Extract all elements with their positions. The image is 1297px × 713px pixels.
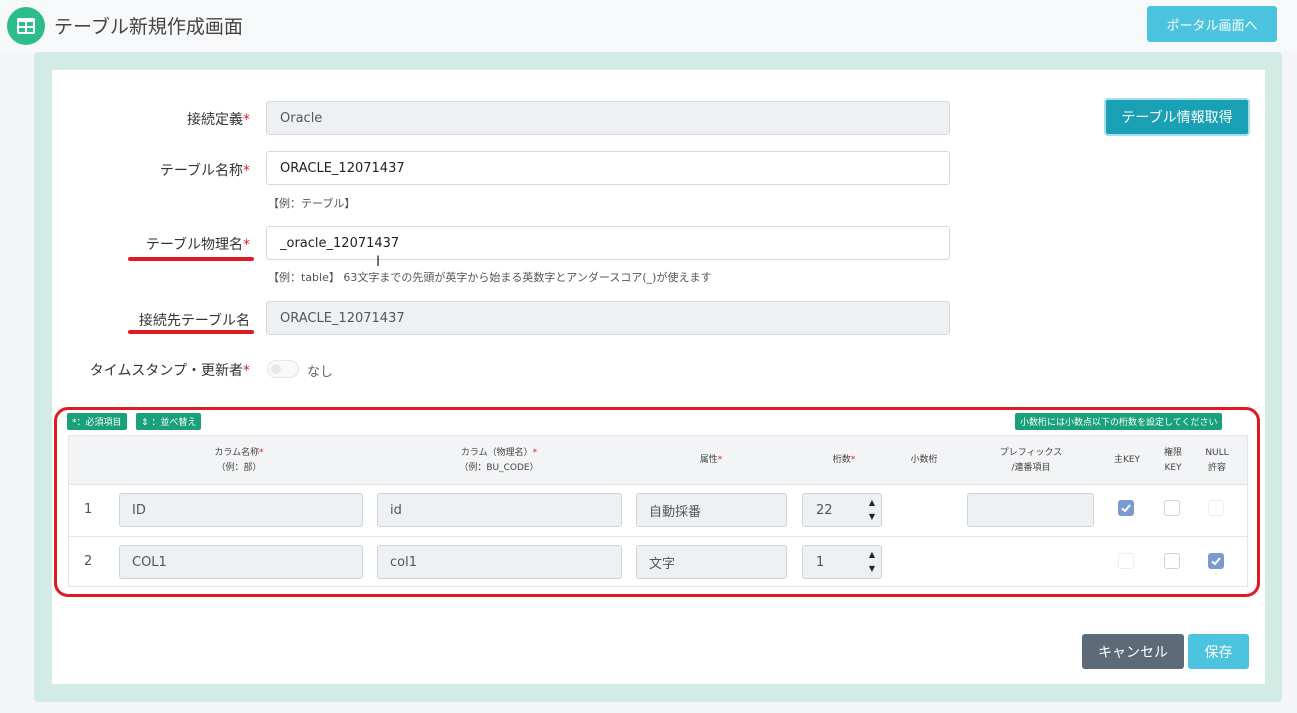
target-table-highlight <box>128 330 254 334</box>
checkmark-icon <box>1211 557 1221 566</box>
table-grid-icon <box>7 7 45 45</box>
fetch-table-info-button[interactable]: テーブル情報取得 <box>1104 98 1250 136</box>
sort-badge: ⇕ ：並べ替え <box>136 413 202 430</box>
column-table: カラム名称* （例：部） カラム（物理名）* （例：BU_CODE） 属性* 桁… <box>68 435 1248 587</box>
prefix-input[interactable] <box>967 493 1094 527</box>
table-name-label: テーブル名称* <box>159 163 250 179</box>
connection-label: 接続定義* <box>187 112 250 128</box>
target-table-label: 接続先テーブル名 <box>138 313 250 329</box>
save-button[interactable]: 保存 <box>1188 634 1249 669</box>
column-name-input[interactable]: COL1 <box>119 545 363 579</box>
null-allowed-checkbox[interactable] <box>1208 553 1224 569</box>
header-attribute: 属性* <box>699 455 723 465</box>
primary-key-checkbox[interactable] <box>1118 500 1134 516</box>
column-physical-input[interactable]: col1 <box>377 545 622 579</box>
permission-key-checkbox[interactable] <box>1164 500 1180 516</box>
portal-button[interactable]: ポータル画面へ <box>1147 6 1277 42</box>
null-allowed-checkbox[interactable] <box>1208 500 1224 516</box>
stepper-up-icon[interactable]: ▲ <box>869 498 875 508</box>
text-cursor-icon: I <box>376 254 381 270</box>
header-decimal: 小数桁 <box>910 455 938 465</box>
header-col-physical: カラム（物理名）* （例：BU_CODE） <box>459 447 539 473</box>
permission-key-checkbox[interactable] <box>1164 553 1180 569</box>
header-digits: 桁数* <box>832 455 856 465</box>
timestamp-toggle-text: なし <box>307 365 334 380</box>
row-number: 2 <box>84 554 93 569</box>
header-prefix: プレフィックス /連番項目 <box>999 447 1063 473</box>
table-name-input[interactable]: ORACLE_12071437 <box>266 151 950 185</box>
header-primary-key: 主KEY <box>1113 455 1141 465</box>
header-permission-key: 権限 KEY <box>1163 447 1182 473</box>
stepper-down-icon[interactable]: ▼ <box>869 564 875 574</box>
decimal-note-badge: 小数桁には小数点以下の桁数を設定してください <box>1015 413 1223 430</box>
header-null-allowed: NULL 許容 <box>1205 447 1229 473</box>
attribute-select[interactable]: 自動採番 <box>636 493 787 527</box>
header-col-name: カラム名称* （例：部） <box>214 447 264 473</box>
stepper-down-icon[interactable]: ▼ <box>869 512 875 522</box>
physical-name-hint: 【例：table】 63文字までの先頭が英字から始まる英数字とアンダースコア(_… <box>268 271 712 284</box>
digits-stepper[interactable]: 22 ▲ ▼ <box>802 493 882 527</box>
toggle-knob <box>271 364 281 374</box>
physical-name-label: テーブル物理名* <box>145 237 250 253</box>
column-name-input[interactable]: ID <box>119 493 363 527</box>
table-name-hint: 【例：テーブル】 <box>268 197 356 210</box>
table-row: 1 ID id 自動採番 22 ▲ ▼ <box>69 485 1247 536</box>
page-header: テーブル新規作成画面 ポータル画面へ <box>0 0 1297 52</box>
column-physical-input[interactable]: id <box>377 493 622 527</box>
table-row: 2 COL1 col1 文字 1 ▲ ▼ <box>69 536 1247 587</box>
stepper-up-icon[interactable]: ▲ <box>869 550 875 560</box>
timestamp-toggle[interactable] <box>267 360 299 378</box>
row-number: 1 <box>84 502 93 517</box>
table-header: カラム名称* （例：部） カラム（物理名）* （例：BU_CODE） 属性* 桁… <box>69 436 1247 485</box>
digits-stepper[interactable]: 1 ▲ ▼ <box>802 545 882 579</box>
target-table-field: ORACLE_12071437 <box>266 301 950 335</box>
cancel-button[interactable]: キャンセル <box>1082 634 1184 669</box>
required-badge: *：必須項目 <box>67 413 127 430</box>
connection-field: Oracle <box>266 101 950 135</box>
primary-key-checkbox[interactable] <box>1118 553 1134 569</box>
page-title: テーブル新規作成画面 <box>54 16 243 38</box>
physical-name-highlight <box>128 257 254 261</box>
timestamp-label: タイムスタンプ・更新者* <box>89 363 250 379</box>
physical-name-input[interactable]: _oracle_12071437 <box>266 226 950 260</box>
attribute-select[interactable]: 文字 <box>636 545 787 579</box>
checkmark-icon <box>1121 504 1131 513</box>
